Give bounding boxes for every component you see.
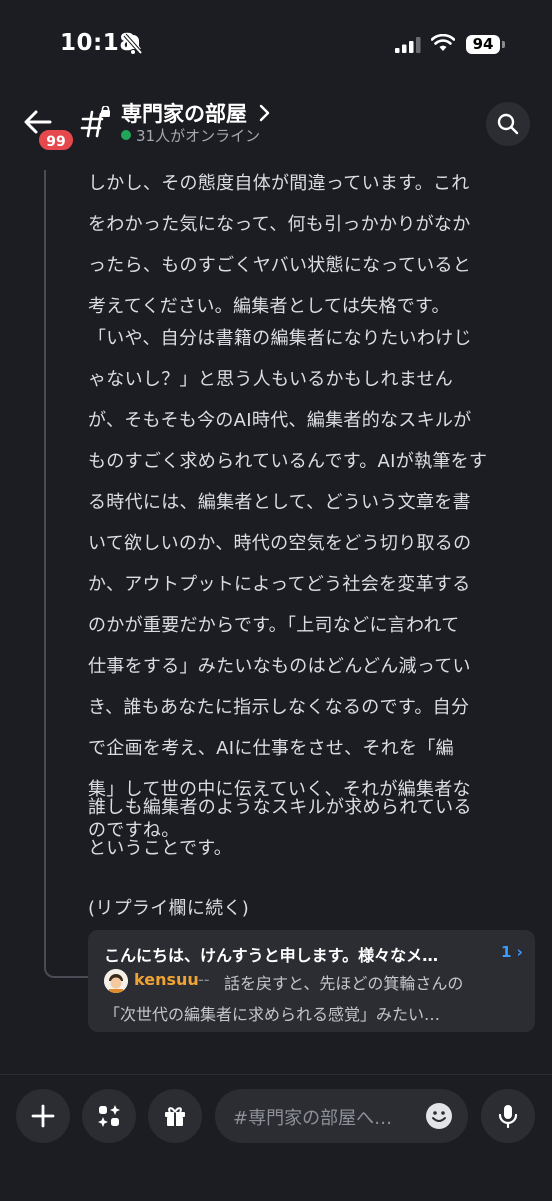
online-dot	[121, 130, 131, 140]
thread-connector	[44, 170, 88, 978]
message-line: ったら、ものすごくヤバい状態になっていると	[88, 255, 472, 276]
avatar	[104, 969, 128, 993]
signal-icon	[395, 37, 421, 53]
message-input[interactable]: #専門家の部屋へ…	[215, 1089, 468, 1143]
unread-badge: 99	[37, 128, 75, 152]
gift-button[interactable]	[148, 1089, 202, 1143]
bell-slash-icon	[123, 33, 143, 55]
reply-count[interactable]: 1 ›	[501, 943, 523, 961]
message-line: ゃないし？」と思う人もいるかもしれません	[88, 369, 454, 390]
message-line: 仕事をする」みたいなものはどんどん減ってい	[88, 656, 471, 677]
apps-button[interactable]	[82, 1089, 136, 1143]
reply-username[interactable]: kensuu	[134, 970, 199, 989]
message-line: る時代には、編集者として、どういう文章を書	[88, 492, 471, 513]
channel-header: 99 専門家の部屋 31人がオンライン	[0, 90, 552, 160]
wifi-icon	[431, 34, 455, 51]
search-icon	[497, 113, 519, 135]
message-line: で企画を考え、AIに仕事をさせ、それを「編	[88, 738, 454, 759]
message-line: のかが重要だからです。「上司などに言われて	[88, 615, 460, 636]
message-line: いて欲しいのか、時代の空気をどう切り取るの	[88, 533, 472, 554]
plus-icon	[31, 1104, 55, 1128]
locked-hash-icon	[80, 106, 110, 138]
message-paragraph-1: しかし、その態度自体が間違っています。これ をわかった気になって、何も引っかかり…	[88, 163, 538, 327]
chevron-right-icon[interactable]	[258, 104, 270, 122]
gift-icon	[165, 1107, 185, 1126]
reply-preview-line1: 話を戻すと、先ほどの箕輪さんの	[224, 974, 464, 993]
status-bar: 10:18 94	[0, 0, 552, 90]
apps-icon	[98, 1105, 120, 1127]
message-line: ということです。	[88, 838, 233, 859]
message-line: か、アウトプットによってどう社会を変革する	[88, 574, 471, 595]
reply-count-number: 1	[501, 943, 512, 961]
message-line: 「いや、自分は書籍の編集者になりたいわけじ	[88, 328, 472, 349]
reply-preview-line2: 「次世代の編集者に求められる感覚」みたい…	[104, 1005, 441, 1024]
message-line: き、誰もあなたに指示しなくなるのです。自分	[88, 697, 470, 718]
emoji-icon[interactable]	[425, 1102, 453, 1130]
battery-nub	[502, 41, 505, 48]
message-paragraph-2: 「いや、自分は書籍の編集者になりたいわけじ ゃないし？」と思う人もいるかもしれま…	[88, 318, 538, 851]
online-count: 31人がオンライン	[136, 127, 261, 145]
composer-bar: #専門家の部屋へ…	[0, 1074, 552, 1201]
thread-reply-card[interactable]: こんにちは、けんすうと申します。様々なメ… 1 › kensuu -- 話を戻す…	[88, 930, 535, 1032]
microphone-icon	[498, 1105, 518, 1128]
message-line: しかし、その態度自体が間違っています。これ	[88, 173, 470, 194]
message-paragraph-4: (リプライ欄に続く)	[88, 888, 538, 929]
channel-name[interactable]: 専門家の部屋	[121, 98, 247, 128]
thread-title: こんにちは、けんすうと申します。様々なメ…	[104, 946, 439, 965]
message-line: (リプライ欄に続く)	[88, 898, 250, 919]
battery-level: 94	[466, 35, 500, 54]
reply-separator: --	[198, 970, 210, 989]
message-paragraph-3: 誰しも編集者のようなスキルが求められている ということです。	[88, 787, 538, 869]
message-line: をわかった気になって、何も引っかかりがなか	[88, 214, 471, 235]
voice-button[interactable]	[481, 1089, 535, 1143]
message-line: 誰しも編集者のようなスキルが求められている	[88, 797, 472, 818]
message-line: ものすごく求められているんです。AIが執筆をす	[88, 451, 488, 472]
message-line: が、そもそも今のAI時代、編集者的なスキルが	[88, 410, 472, 431]
search-button[interactable]	[486, 102, 530, 146]
add-button[interactable]	[16, 1089, 70, 1143]
message-input-placeholder: #専門家の部屋へ…	[233, 1108, 393, 1129]
